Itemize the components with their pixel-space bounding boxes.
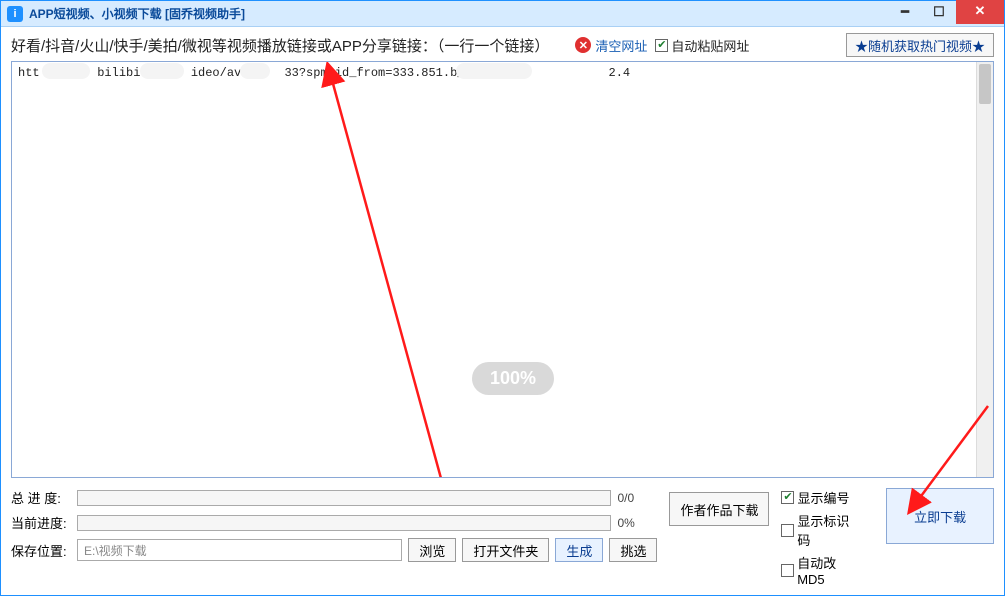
total-progress-row: 总 进 度: 0/0 <box>11 488 657 507</box>
download-now-label: 立即下载 <box>914 507 966 526</box>
window-title: APP短视频、小视频下载 [固乔视频助手] <box>29 5 245 22</box>
checkbox-icon: ✔ <box>655 39 668 52</box>
minimize-button[interactable]: ━ <box>888 1 922 23</box>
save-path-label: 保存位置: <box>11 541 71 560</box>
total-progress-text: 0/0 <box>617 491 657 505</box>
checkbox-icon: ✔ <box>781 491 794 504</box>
generate-button[interactable]: 生成 <box>555 538 603 562</box>
mid-column: 作者作品下载 <box>669 492 769 526</box>
show-marker-checkbox[interactable]: 显示标识码 <box>781 511 862 549</box>
url-input-area: 100% <box>11 61 994 478</box>
author-works-download-button[interactable]: 作者作品下载 <box>669 492 769 526</box>
current-progress-text: 0% <box>617 516 657 530</box>
toolbar: 好看/抖音/火山/快手/美拍/微视等视频播放链接或APP分享链接：（一行一个链接… <box>1 27 1004 61</box>
watermark-badge: 100% <box>472 362 554 395</box>
total-progress-label: 总 进 度: <box>11 488 71 507</box>
show-number-label: 显示编号 <box>797 488 849 507</box>
total-progress-bar <box>77 490 611 506</box>
app-window: i APP短视频、小视频下载 [固乔视频助手] ━ ☐ ✕ 好看/抖音/火山/快… <box>0 0 1005 596</box>
random-hot-video-button[interactable]: ★随机获取热门视频★ <box>846 33 994 57</box>
auto-paste-checkbox[interactable]: ✔ 自动粘贴网址 <box>655 36 749 55</box>
open-folder-button[interactable]: 打开文件夹 <box>462 538 549 562</box>
pick-button[interactable]: 挑选 <box>609 538 657 562</box>
maximize-button[interactable]: ☐ <box>922 1 956 23</box>
current-progress-label: 当前进度: <box>11 513 71 532</box>
instruction-label: 好看/抖音/火山/快手/美拍/微视等视频播放链接或APP分享链接：（一行一个链接… <box>11 35 549 56</box>
titlebar: i APP短视频、小视频下载 [固乔视频助手] ━ ☐ ✕ <box>1 1 1004 27</box>
bottom-panel: 总 进 度: 0/0 当前进度: 0% 保存位置: 浏览 打开文件夹 生成 挑选… <box>1 484 1004 595</box>
checkbox-icon <box>781 564 794 577</box>
save-path-input[interactable] <box>77 539 402 561</box>
close-button[interactable]: ✕ <box>956 0 1004 24</box>
auto-md5-label: 自动改MD5 <box>797 553 862 587</box>
app-icon: i <box>7 6 23 22</box>
current-progress-bar <box>77 515 611 531</box>
save-path-row: 保存位置: 浏览 打开文件夹 生成 挑选 <box>11 538 657 562</box>
clear-label: 清空网址 <box>595 36 647 55</box>
options-column: ✔ 显示编号 显示标识码 自动改MD5 <box>781 488 862 587</box>
auto-paste-label: 自动粘贴网址 <box>671 36 749 55</box>
scrollbar-thumb[interactable] <box>979 64 991 104</box>
checkbox-icon <box>781 524 794 537</box>
clear-urls-button[interactable]: ✕ 清空网址 <box>575 36 647 55</box>
url-textarea[interactable] <box>12 62 993 477</box>
show-marker-label: 显示标识码 <box>797 511 862 549</box>
redaction <box>42 63 90 79</box>
auto-md5-checkbox[interactable]: 自动改MD5 <box>781 553 862 587</box>
current-progress-row: 当前进度: 0% <box>11 513 657 532</box>
redaction <box>240 63 270 79</box>
progress-column: 总 进 度: 0/0 当前进度: 0% 保存位置: 浏览 打开文件夹 生成 挑选 <box>11 488 657 562</box>
redaction <box>140 63 184 79</box>
browse-button[interactable]: 浏览 <box>408 538 456 562</box>
download-now-button[interactable]: 立即下载 <box>886 488 994 544</box>
redaction <box>456 63 532 79</box>
clear-icon: ✕ <box>575 37 591 53</box>
show-number-checkbox[interactable]: ✔ 显示编号 <box>781 488 862 507</box>
